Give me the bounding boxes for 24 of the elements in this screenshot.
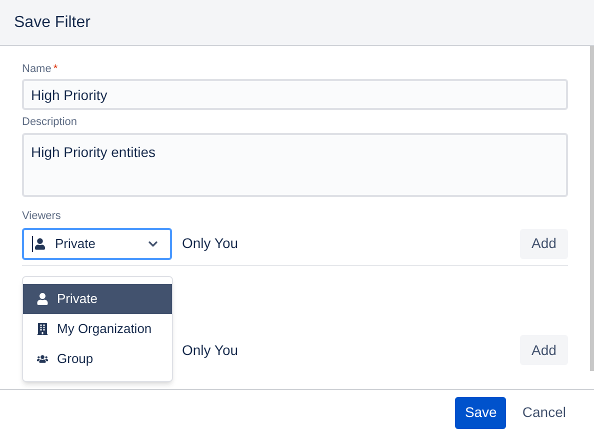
person-icon [37, 293, 48, 305]
viewer-description: Only You [182, 340, 240, 360]
add-button[interactable]: Add [520, 228, 568, 258]
field-label: Viewers [22, 209, 62, 224]
select-value: Private [55, 234, 96, 253]
dropdown-option[interactable]: Group [23, 344, 172, 374]
name-field[interactable]: High Priority [22, 79, 568, 110]
person-icon [35, 238, 45, 250]
text-cursor [32, 236, 33, 252]
description-field[interactable]: High Priority entities [22, 133, 568, 197]
add-button[interactable]: Add [520, 335, 568, 365]
building-icon [37, 323, 48, 335]
viewer-description: Only You [182, 234, 240, 253]
field-label: Description [22, 115, 78, 130]
dropdown-option[interactable]: Private [23, 284, 172, 314]
dropdown-option[interactable]: My Organization [23, 314, 172, 344]
field-label: Name [22, 62, 52, 77]
viewer-select[interactable]: Private [22, 228, 172, 260]
required-mark: * [53, 62, 58, 77]
cancel-button[interactable]: Cancel [514, 396, 574, 428]
dialog-title: Save Filter [14, 12, 90, 32]
scrollbar[interactable] [590, 46, 594, 371]
save-button[interactable]: Save [455, 396, 506, 428]
people-icon [37, 353, 48, 365]
